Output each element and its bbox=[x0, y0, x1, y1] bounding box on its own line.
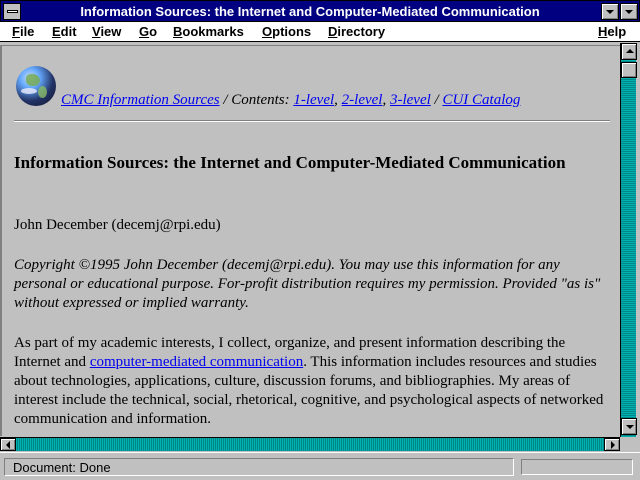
progress-indicator bbox=[521, 459, 633, 475]
menu-view[interactable]: View bbox=[92, 24, 121, 39]
cui-catalog-link[interactable]: CUI Catalog bbox=[442, 92, 520, 108]
menu-options-label: ptions bbox=[272, 24, 312, 39]
minimize-icon bbox=[606, 10, 614, 14]
system-menu-button[interactable] bbox=[3, 3, 21, 20]
menu-help-mnemonic: H bbox=[598, 24, 608, 39]
cmc-information-sources-link[interactable]: CMC Information Sources bbox=[61, 92, 220, 108]
maximize-button[interactable] bbox=[620, 3, 638, 20]
menu-options[interactable]: Options bbox=[262, 24, 311, 39]
scroll-down-button[interactable] bbox=[621, 418, 637, 435]
nav-separator: / bbox=[430, 92, 443, 108]
window-title: Information Sources: the Internet and Co… bbox=[80, 4, 540, 19]
menu-options-mnemonic: O bbox=[262, 24, 273, 39]
horizontal-scrollbar[interactable] bbox=[0, 437, 620, 451]
level-2-link[interactable]: 2-level bbox=[342, 92, 383, 108]
menu-edit[interactable]: Edit bbox=[52, 24, 77, 39]
horizontal-rule bbox=[14, 120, 610, 122]
nav-comma: , bbox=[334, 92, 342, 108]
menu-go-mnemonic: G bbox=[139, 24, 150, 39]
globe-icon bbox=[16, 66, 56, 106]
arrow-up-icon bbox=[626, 49, 634, 53]
title-bar[interactable]: Information Sources: the Internet and Co… bbox=[0, 0, 640, 22]
arrow-left-icon bbox=[6, 441, 10, 449]
vertical-scrollbar[interactable] bbox=[620, 43, 637, 437]
menu-bookmarks-label: ookmarks bbox=[182, 24, 244, 39]
vertical-scroll-thumb[interactable] bbox=[621, 62, 637, 78]
globe-cloud bbox=[21, 88, 37, 94]
document-view[interactable]: CMC Information Sources / Contents: 1-le… bbox=[0, 46, 620, 436]
system-menu-icon bbox=[7, 10, 18, 13]
contents-nav: CMC Information Sources / Contents: 1-le… bbox=[61, 92, 520, 109]
menu-help[interactable]: Help bbox=[598, 24, 626, 39]
status-message: Document: Done bbox=[4, 458, 514, 476]
page-heading: Information Sources: the Internet and Co… bbox=[14, 153, 566, 172]
menu-view-label: iew bbox=[100, 24, 122, 39]
nav-separator: / Contents: bbox=[219, 92, 294, 108]
menu-bookmarks[interactable]: Bookmarks bbox=[173, 24, 244, 39]
author-line: John December (decemj@rpi.edu) bbox=[14, 217, 221, 233]
cmc-link[interactable]: computer-mediated communication bbox=[90, 354, 303, 370]
menu-bookmarks-mnemonic: B bbox=[173, 24, 183, 39]
menu-bar: File Edit View Go Bookmarks Options Dire… bbox=[0, 22, 640, 42]
status-bar: Document: Done bbox=[0, 452, 640, 480]
scroll-right-button[interactable] bbox=[604, 438, 620, 451]
menu-go-label: o bbox=[149, 24, 158, 39]
globe-land bbox=[26, 74, 40, 86]
arrow-down-icon bbox=[626, 425, 634, 429]
globe-land bbox=[38, 86, 47, 98]
maximize-icon bbox=[625, 10, 633, 14]
intro-paragraph: As part of my academic interests, I coll… bbox=[14, 334, 612, 429]
copyright-notice: Copyright ©1995 John December (decemj@rp… bbox=[14, 257, 601, 311]
menu-directory[interactable]: Directory bbox=[328, 24, 385, 39]
scroll-left-button[interactable] bbox=[0, 438, 16, 451]
arrow-right-icon bbox=[611, 441, 615, 449]
scrollbar-corner bbox=[620, 437, 640, 451]
nav-comma: , bbox=[382, 92, 390, 108]
menu-help-label: elp bbox=[607, 24, 627, 39]
menu-edit-mnemonic: E bbox=[52, 24, 61, 39]
menu-directory-label: irectory bbox=[337, 24, 386, 39]
minimize-button[interactable] bbox=[601, 3, 619, 20]
menu-go[interactable]: Go bbox=[139, 24, 157, 39]
menu-file[interactable]: File bbox=[12, 24, 34, 39]
menu-directory-mnemonic: D bbox=[328, 24, 338, 39]
menu-file-label: ile bbox=[19, 24, 35, 39]
menu-file-mnemonic: F bbox=[12, 24, 20, 39]
level-3-link[interactable]: 3-level bbox=[390, 92, 431, 108]
menu-edit-label: dit bbox=[60, 24, 77, 39]
level-1-link[interactable]: 1-level bbox=[293, 92, 334, 108]
scroll-up-button[interactable] bbox=[621, 43, 637, 60]
